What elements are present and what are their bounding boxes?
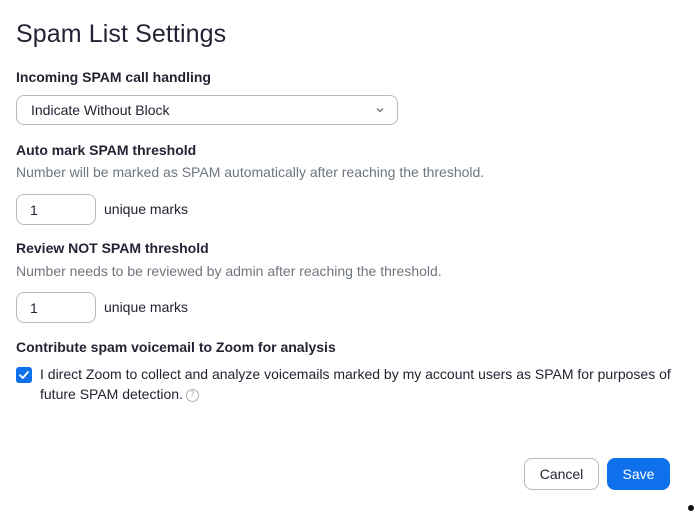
review-not-spam-description: Number needs to be reviewed by admin aft… xyxy=(16,263,442,279)
contribute-checkbox-label: I direct Zoom to collect and analyze voi… xyxy=(40,366,671,402)
incoming-spam-select-value: Indicate Without Block xyxy=(31,102,170,118)
cancel-button[interactable]: Cancel xyxy=(524,458,599,490)
auto-mark-unit: unique marks xyxy=(104,201,189,217)
chevron-down-icon xyxy=(376,108,384,113)
auto-mark-description: Number will be marked as SPAM automatica… xyxy=(16,164,485,180)
spam-list-settings-dialog: Spam List Settings Incoming SPAM call ha… xyxy=(0,0,695,512)
auto-mark-threshold-input[interactable] xyxy=(16,194,96,225)
save-button[interactable]: Save xyxy=(607,458,670,490)
contribute-checkbox-text: I direct Zoom to collect and analyze voi… xyxy=(40,364,680,404)
review-unit: unique marks xyxy=(104,299,189,315)
review-threshold-input[interactable] xyxy=(16,292,96,323)
contribute-checkbox[interactable] xyxy=(16,367,32,383)
checkmark-icon xyxy=(19,371,29,379)
auto-mark-label: Auto mark SPAM threshold xyxy=(16,142,197,158)
contribute-label: Contribute spam voicemail to Zoom for an… xyxy=(16,339,336,355)
incoming-spam-select[interactable]: Indicate Without Block xyxy=(16,95,398,125)
page-title: Spam List Settings xyxy=(16,20,227,48)
question-circle-icon[interactable]: ? xyxy=(185,388,199,402)
review-not-spam-label: Review NOT SPAM threshold xyxy=(16,240,209,256)
cursor-dot xyxy=(688,505,694,511)
incoming-spam-label: Incoming SPAM call handling xyxy=(16,69,211,85)
